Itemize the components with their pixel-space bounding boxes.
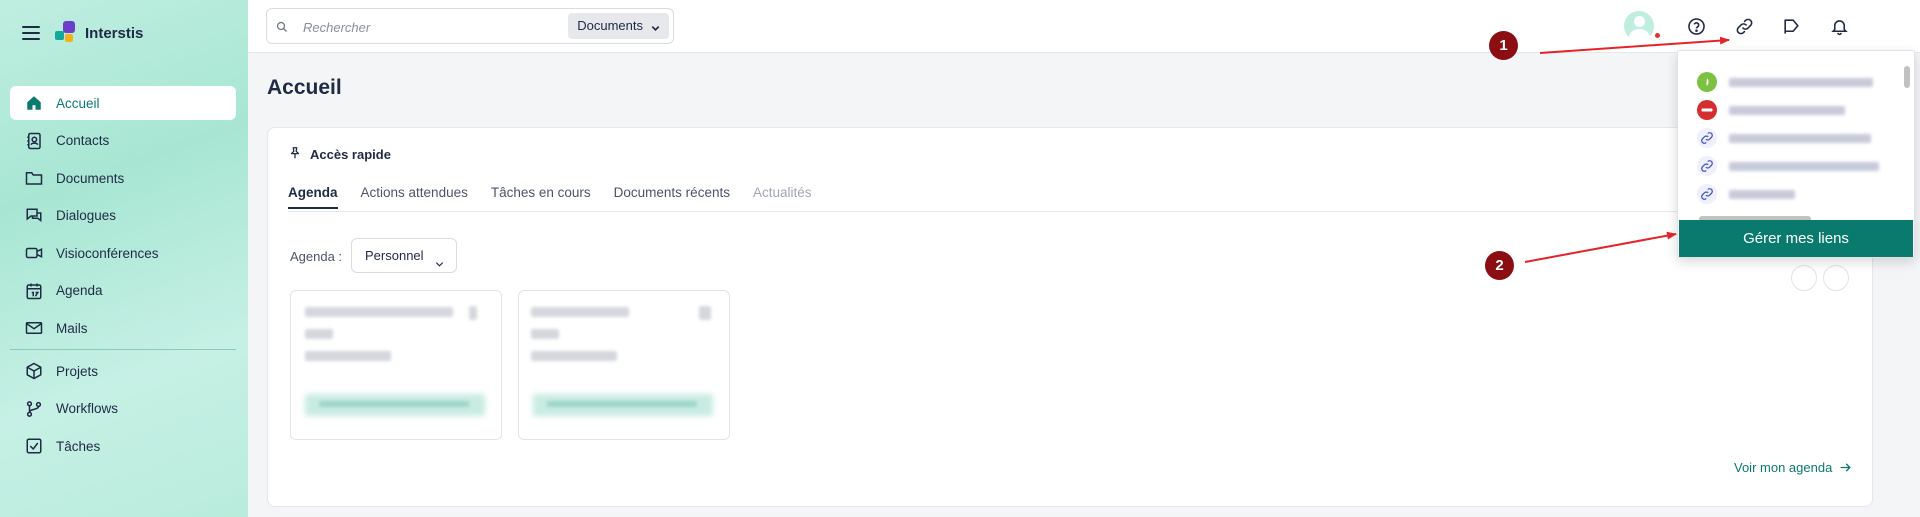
calendar-icon: [24, 281, 44, 301]
vertical-scrollbar[interactable]: [1902, 56, 1912, 206]
sidebar-item-dialogues[interactable]: Dialogues: [10, 199, 236, 233]
sidebar-item-label: Tâches: [56, 438, 101, 454]
search-icon: [276, 20, 288, 38]
link-item-label: [1729, 77, 1873, 87]
chevron-down-icon: [650, 18, 661, 44]
link-item-label: [1729, 161, 1879, 171]
annotation-marker-1: 1: [1489, 31, 1518, 60]
sidebar-item-label: Mails: [56, 320, 88, 336]
tab-divider: [288, 211, 1854, 212]
link-item[interactable]: [1697, 183, 1795, 205]
quick-access-header: Accès rapide: [288, 146, 391, 163]
tab-agenda[interactable]: Agenda: [288, 185, 338, 209]
app-title: Interstis: [85, 25, 144, 42]
sidebar-item-label: Accueil: [56, 95, 100, 111]
mail-icon: [24, 318, 44, 338]
tab-actualites: Actualités: [752, 185, 812, 200]
link-icon: [1697, 156, 1717, 176]
link-item[interactable]: [1697, 99, 1845, 121]
sidebar-item-mails[interactable]: Mails: [10, 311, 236, 345]
quick-access-card: Accès rapide Agenda Actions attendues Tâ…: [267, 127, 1873, 507]
sidebar: Interstis Accueil Contacts Documents Dia…: [0, 0, 248, 517]
search-input[interactable]: [303, 16, 553, 38]
chevron-down-icon: [434, 249, 445, 282]
next-button[interactable]: [1823, 265, 1849, 291]
link-item-label: [1729, 105, 1845, 115]
sidebar-item-label: Workflows: [56, 401, 119, 416]
event-card[interactable]: [518, 290, 730, 440]
agenda-label: Agenda :: [290, 249, 343, 264]
sidebar-item-label: Dialogues: [56, 208, 117, 223]
sidebar-item-documents[interactable]: Documents: [10, 161, 236, 195]
link-item-label: [1729, 133, 1871, 143]
green-circle-icon: [1697, 72, 1717, 92]
links-list: [1678, 51, 1900, 213]
agenda-select[interactable]: Personnel: [351, 238, 457, 273]
quick-access-title: Accès rapide: [310, 147, 391, 162]
link-icon: [1697, 184, 1717, 204]
help-icon[interactable]: [1684, 14, 1708, 38]
bell-icon[interactable]: [1827, 14, 1851, 38]
sidebar-item-projets[interactable]: Projets: [10, 354, 236, 388]
sidebar-item-workflows[interactable]: Workflows: [10, 392, 236, 426]
task-icon: [24, 436, 44, 456]
sidebar-item-label: Contacts: [56, 133, 110, 148]
search-box: Documents: [266, 8, 674, 44]
sidebar-header: Interstis: [0, 0, 248, 68]
sidebar-item-visioconferences[interactable]: Visioconférences: [10, 236, 236, 270]
previous-button[interactable]: [1791, 265, 1817, 291]
sidebar-item-accueil[interactable]: Accueil: [10, 86, 236, 120]
chat-icon: [24, 206, 44, 226]
agenda-select-value: Personnel: [365, 248, 424, 263]
sidebar-item-label: Agenda: [56, 283, 103, 298]
tab-taches-en-cours[interactable]: Tâches en cours: [491, 185, 591, 209]
sidebar-item-agenda[interactable]: Agenda: [10, 274, 236, 308]
workflow-icon: [24, 399, 44, 419]
folder-icon: [24, 168, 44, 188]
tab-bar: Agenda Actions attendues Tâches en cours…: [288, 185, 835, 209]
search-scope-label: Documents: [577, 18, 643, 33]
cube-icon: [24, 361, 44, 381]
page-title: Accueil: [267, 76, 342, 99]
link-item-label: [1729, 189, 1795, 199]
link-icon: [1697, 128, 1717, 148]
link-item[interactable]: [1697, 71, 1873, 93]
link-icon[interactable]: [1732, 14, 1756, 38]
see-agenda-label: Voir mon agenda: [1734, 460, 1833, 475]
search-scope-dropdown[interactable]: Documents: [568, 13, 669, 39]
sidebar-item-label: Documents: [56, 170, 125, 186]
menu-icon[interactable]: [22, 26, 40, 40]
app-logo: [55, 21, 77, 45]
sidebar-item-taches[interactable]: Tâches: [10, 429, 236, 463]
sidebar-item-label: Visioconférences: [56, 245, 159, 261]
home-icon: [24, 93, 44, 113]
event-card[interactable]: [290, 290, 502, 440]
annotation-marker-2: 2: [1485, 251, 1514, 280]
tab-documents-recents[interactable]: Documents récents: [614, 185, 730, 209]
sidebar-nav: Accueil Contacts Documents Dialogues Vis…: [10, 86, 236, 467]
red-circle-icon: [1697, 100, 1717, 120]
link-item[interactable]: [1697, 127, 1871, 149]
top-bar: Documents: [248, 0, 1920, 53]
avatar[interactable]: [1624, 11, 1654, 41]
sidebar-item-label: Projets: [56, 363, 99, 379]
manage-links-button[interactable]: Gérer mes liens: [1679, 220, 1913, 257]
pin-icon: [288, 146, 302, 163]
sidebar-item-contacts[interactable]: Contacts: [10, 124, 236, 158]
video-icon: [24, 243, 44, 263]
sidebar-divider: [10, 349, 236, 350]
status-badge: [1654, 32, 1661, 39]
arrow-right-icon: [1840, 463, 1852, 472]
flag-icon[interactable]: [1779, 14, 1803, 38]
see-agenda-link[interactable]: Voir mon agenda: [1734, 460, 1852, 475]
tab-actions-attendues[interactable]: Actions attendues: [361, 185, 468, 209]
contacts-icon: [24, 131, 44, 151]
links-dropdown: Gérer mes liens: [1677, 50, 1915, 258]
link-item[interactable]: [1697, 155, 1879, 177]
